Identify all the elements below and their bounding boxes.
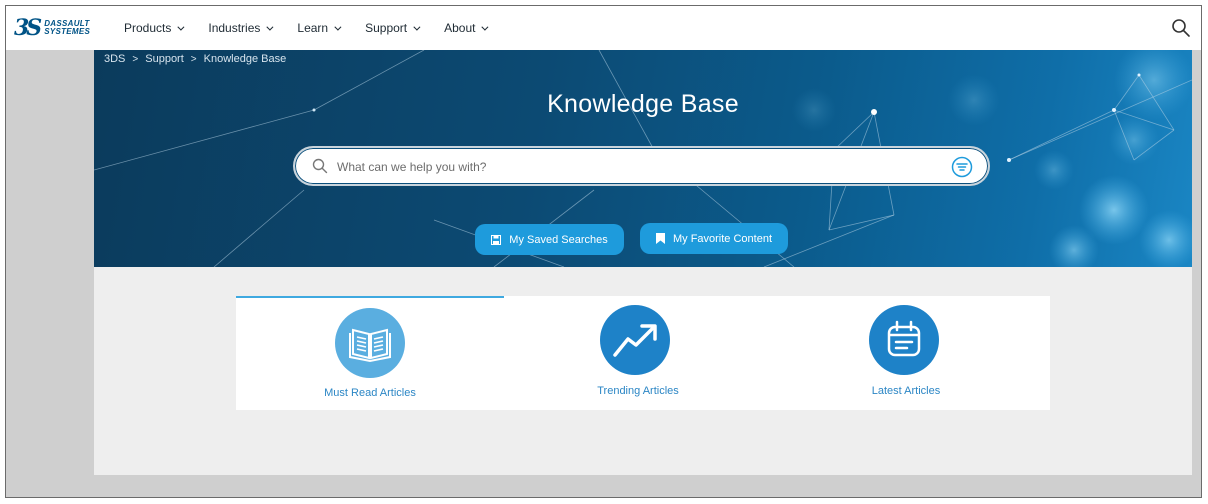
logo-mark: 3S bbox=[14, 15, 42, 41]
dassault-logo[interactable]: 3S DASSAULT SYSTEMES bbox=[14, 15, 94, 41]
hero-banner: 3DS > Support > Knowledge Base Knowledge… bbox=[94, 50, 1192, 267]
chevron-down-icon bbox=[334, 23, 342, 31]
breadcrumb-separator: > bbox=[190, 53, 197, 65]
breadcrumb-separator: > bbox=[132, 53, 139, 65]
my-saved-searches-button[interactable]: My Saved Searches bbox=[475, 224, 624, 255]
latest-label: Latest Articles bbox=[871, 385, 941, 397]
breadcrumb-support[interactable]: Support bbox=[145, 53, 184, 65]
top-navbar: 3S DASSAULT SYSTEMES Products Industries… bbox=[6, 6, 1201, 50]
latest-circle bbox=[869, 305, 939, 375]
page-title: Knowledge Base bbox=[547, 90, 739, 118]
search-input[interactable] bbox=[337, 156, 937, 178]
search-bar bbox=[293, 146, 990, 186]
search-icon[interactable] bbox=[312, 158, 328, 174]
nav-support-label: Support bbox=[365, 21, 408, 35]
filter-icon[interactable] bbox=[951, 156, 973, 178]
card-latest-articles[interactable]: Latest Articles bbox=[772, 296, 1040, 410]
nav-about-label: About bbox=[444, 21, 476, 35]
save-icon bbox=[491, 234, 502, 245]
search-icon[interactable] bbox=[1171, 18, 1191, 38]
nav-support[interactable]: Support bbox=[365, 21, 421, 35]
calendar-icon bbox=[887, 320, 921, 357]
chevron-down-icon bbox=[266, 23, 274, 31]
chevron-down-icon bbox=[481, 23, 489, 31]
must-read-circle bbox=[335, 308, 405, 378]
logo-text: DASSAULT SYSTEMES bbox=[44, 20, 90, 36]
chevron-down-icon bbox=[413, 23, 421, 31]
nav-products-label: Products bbox=[124, 21, 172, 35]
page-content: 3DS > Support > Knowledge Base Knowledge… bbox=[94, 50, 1192, 475]
breadcrumb-knowledge-base: Knowledge Base bbox=[203, 53, 287, 65]
trending-circle bbox=[600, 305, 670, 375]
nav-industries[interactable]: Industries bbox=[208, 21, 274, 35]
chevron-down-icon bbox=[177, 23, 185, 31]
nav-about[interactable]: About bbox=[444, 21, 489, 35]
breadcrumb-3ds[interactable]: 3DS bbox=[104, 53, 125, 65]
must-read-label: Must Read Articles bbox=[324, 387, 416, 399]
bookmark-icon bbox=[655, 233, 665, 244]
nav-industries-label: Industries bbox=[208, 21, 261, 35]
trending-up-icon bbox=[613, 324, 657, 357]
my-favorite-content-button[interactable]: My Favorite Content bbox=[640, 223, 788, 254]
card-trending-articles[interactable]: Trending Articles bbox=[504, 296, 772, 410]
nav-products[interactable]: Products bbox=[124, 21, 185, 35]
nav-learn-label: Learn bbox=[297, 21, 329, 35]
trending-label: Trending Articles bbox=[597, 385, 679, 397]
browser-frame: 3S DASSAULT SYSTEMES Products Industries… bbox=[5, 5, 1202, 498]
card-must-read-articles[interactable]: Must Read Articles bbox=[236, 296, 504, 410]
my-favorite-content-label: My Favorite Content bbox=[672, 232, 773, 245]
article-categories: Must Read Articles Trending Articles Lat… bbox=[236, 296, 1050, 410]
breadcrumb: 3DS > Support > Knowledge Base bbox=[104, 53, 286, 65]
my-saved-searches-label: My Saved Searches bbox=[509, 233, 608, 246]
main-menu: Products Industries Learn Support About bbox=[124, 6, 512, 50]
logo-line-2: SYSTEMES bbox=[44, 27, 91, 36]
open-book-icon bbox=[349, 328, 391, 363]
nav-learn[interactable]: Learn bbox=[297, 21, 342, 35]
